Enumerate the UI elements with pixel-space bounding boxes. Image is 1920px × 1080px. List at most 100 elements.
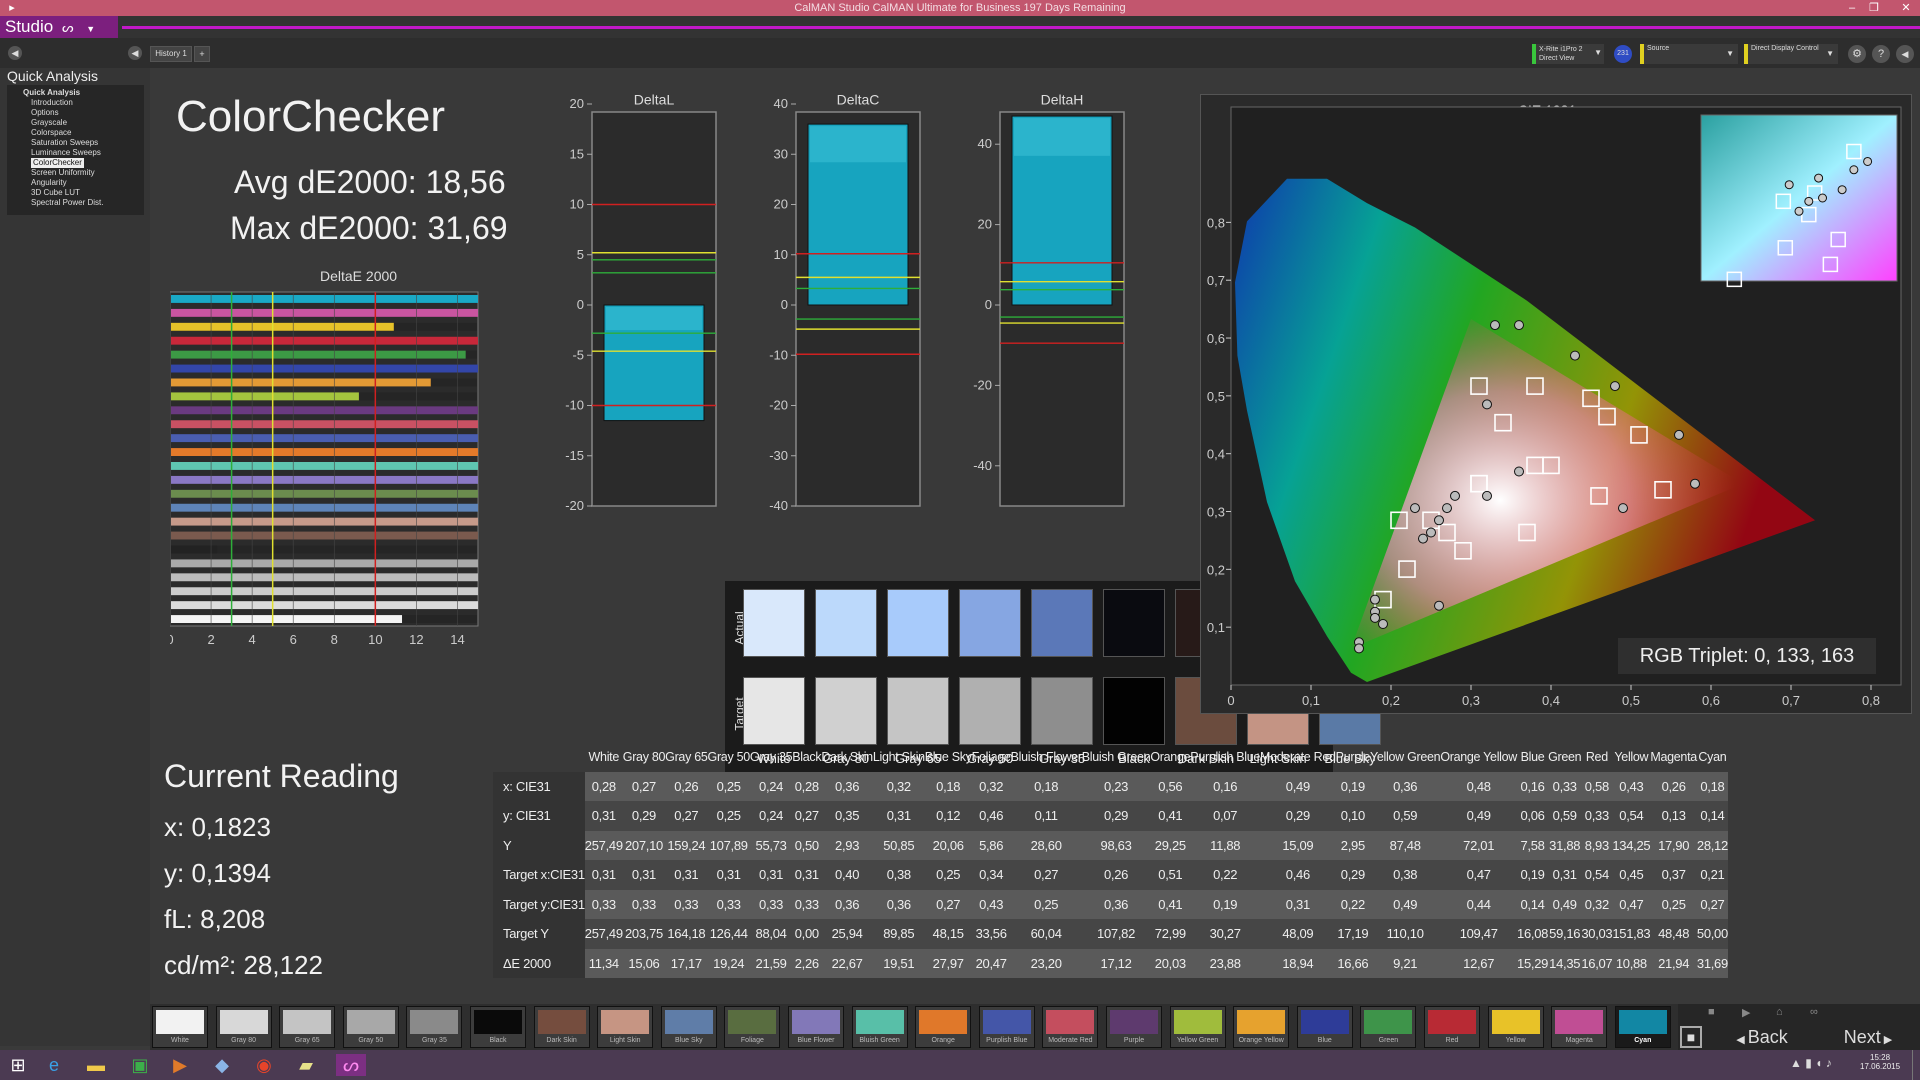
patch-button[interactable]: Green <box>1360 1006 1417 1048</box>
patch-button[interactable]: Black <box>470 1006 526 1048</box>
avg-de-value: Avg dE2000: 18,56 <box>234 164 506 200</box>
app-icon[interactable]: ◆ <box>210 1054 234 1076</box>
table-cell: 0,49 <box>1260 771 1336 801</box>
sidebar-item-3d-cube-lut[interactable]: 3D Cube LUT <box>13 188 144 198</box>
settings-icon[interactable]: ⚙ <box>1848 45 1866 63</box>
patch-button[interactable]: Purplish Blue <box>978 1006 1035 1048</box>
sidebar-item-grayscale[interactable]: Grayscale <box>13 118 144 128</box>
clock[interactable]: 15:28 17.06.2015 <box>1860 1053 1900 1071</box>
table-cell: 0,43 <box>1612 771 1651 801</box>
panel-toggle-icon[interactable]: ◀ <box>1896 45 1914 63</box>
show-desktop-icon[interactable] <box>1912 1050 1920 1080</box>
meter-badge[interactable]: 231 <box>1614 45 1632 63</box>
table-header-cell: Magenta <box>1650 749 1697 764</box>
sidebar-item-screen-uniformity[interactable]: Screen Uniformity <box>13 168 144 178</box>
table-cell: 2,95 <box>1335 830 1371 860</box>
patch-button[interactable]: Blue Flower <box>788 1006 844 1048</box>
sidebar-item-options[interactable]: Options <box>13 108 144 118</box>
table-cell: 0,36 <box>872 889 925 919</box>
patch-label: Magenta <box>1565 1037 1593 1044</box>
patch-button[interactable]: Light Skin <box>597 1006 654 1048</box>
back-arrow-icon[interactable]: ◀ <box>128 46 142 60</box>
display-control-selector[interactable]: Direct Display Control ▼ <box>1744 44 1838 64</box>
patch-button[interactable]: Orange Yellow <box>1233 1006 1290 1048</box>
collapse-icon[interactable]: ◀ <box>8 46 22 60</box>
sidebar-item-colorspace[interactable]: Colorspace <box>13 128 144 138</box>
patch-button[interactable]: Gray 35 <box>406 1006 463 1048</box>
table-cell: 0,38 <box>872 860 925 890</box>
table-cell: 0,49 <box>1440 801 1518 831</box>
max-de-value: Max dE2000: 31,69 <box>230 210 508 246</box>
sidebar-item-quick-analysis[interactable]: Quick Analysis <box>13 88 144 98</box>
sidebar-item-introduction[interactable]: Introduction <box>13 98 144 108</box>
calman-taskbar-icon[interactable]: ᔕ <box>336 1054 366 1076</box>
delta-tick-label: 20 <box>774 197 788 212</box>
patch-button[interactable]: Cyan <box>1614 1006 1671 1048</box>
patch-button[interactable]: Magenta <box>1551 1006 1608 1048</box>
patch-button[interactable]: Moderate Red <box>1042 1006 1099 1048</box>
windows-start-icon[interactable]: ⊞ <box>6 1054 30 1076</box>
patch-button[interactable]: Bluish Green <box>851 1006 908 1048</box>
file-explorer-icon[interactable]: ▬ <box>84 1054 108 1076</box>
patch-button[interactable]: Red <box>1424 1006 1480 1048</box>
next-button[interactable]: Next ▶ <box>1818 1026 1918 1048</box>
patch-button[interactable]: Orange <box>915 1006 972 1048</box>
stop-icon[interactable]: ■ <box>1708 1006 1715 1018</box>
patch-button[interactable]: Blue Sky <box>660 1006 717 1048</box>
delta-tick-label: 5 <box>577 247 584 262</box>
patch-button[interactable]: Foliage <box>724 1006 781 1048</box>
table-cell: 0,10 <box>1335 801 1371 831</box>
table-cell: 0,29 <box>622 801 666 831</box>
table-cell: 98,63 <box>1081 830 1151 860</box>
record-icon[interactable]: ■ <box>1680 1026 1702 1048</box>
patch-button[interactable]: Yellow <box>1487 1006 1544 1048</box>
patch-button[interactable]: Dark Skin <box>533 1006 590 1048</box>
add-tab-button[interactable]: + <box>194 46 210 62</box>
patch-button[interactable]: Yellow Green <box>1169 1006 1226 1048</box>
actual-swatch <box>1031 589 1093 657</box>
table-header-cell: Gray 50 <box>707 749 751 764</box>
table-cell: 28,12 <box>1696 830 1728 860</box>
media-player-icon[interactable]: ▶ <box>168 1054 192 1076</box>
maximize-icon[interactable]: ❐ <box>1862 0 1886 16</box>
chrome-icon[interactable]: ◉ <box>252 1054 276 1076</box>
sidebar-item-saturation-sweeps[interactable]: Saturation Sweeps <box>13 138 144 148</box>
home-icon[interactable]: ⌂ <box>1776 1006 1783 1018</box>
deltae-bar <box>171 322 394 331</box>
loop-icon[interactable]: ∞ <box>1810 1006 1818 1018</box>
patch-button[interactable]: White <box>152 1006 208 1048</box>
deltae-tick-label: 10 <box>368 632 382 647</box>
patch-button[interactable]: Blue <box>1296 1006 1353 1048</box>
folder-icon[interactable]: ▰ <box>294 1054 318 1076</box>
meter-selector[interactable]: X-Rite i1Pro 2 Direct View ▼ <box>1532 44 1604 64</box>
patch-color <box>728 1010 777 1034</box>
source-selector[interactable]: Source ▼ <box>1640 44 1738 64</box>
close-icon[interactable]: ✕ <box>1894 0 1918 16</box>
table-cell: 0,11 <box>1010 801 1082 831</box>
chart-title: DeltaC <box>837 94 880 107</box>
sidebar-item-angularity[interactable]: Angularity <box>13 178 144 188</box>
table-header-cell: Purplish Blue <box>1190 749 1261 764</box>
table-header-cell: Dark Skin <box>821 749 873 764</box>
patch-button[interactable]: Purple <box>1106 1006 1162 1048</box>
play-icon[interactable]: ▶ <box>1742 1006 1750 1019</box>
minimize-icon[interactable]: – <box>1840 0 1864 16</box>
help-icon[interactable]: ? <box>1872 45 1890 63</box>
table-cell: 151,83 <box>1612 919 1651 949</box>
row-header-cell: ΔE 2000 <box>493 948 585 978</box>
studio-menu-button[interactable]: Studio ᔕ ▼ <box>0 16 118 38</box>
sidebar-item-luminance-sweeps[interactable]: Luminance Sweeps <box>13 148 144 158</box>
cie-x-tick-label: 0,8 <box>1862 693 1880 708</box>
table-cell: 17,12 <box>1081 948 1151 978</box>
sidebar-item-colorchecker[interactable]: ColorChecker <box>13 158 144 168</box>
patch-button[interactable]: Gray 80 <box>215 1006 272 1048</box>
back-button[interactable]: ◀ Back <box>1712 1026 1812 1048</box>
sidebar-item-spectral-power-dist-[interactable]: Spectral Power Dist. <box>13 198 144 208</box>
tab-history-1[interactable]: History 1 <box>150 46 192 62</box>
internet-explorer-icon[interactable]: e <box>42 1054 66 1076</box>
patch-button[interactable]: Gray 65 <box>279 1006 336 1048</box>
store-icon[interactable]: ▣ <box>128 1054 152 1076</box>
table-row: Target x:CIE31 0,31 0,31 0,31 0,31 0,31 0,31 0,… <box>493 860 1728 890</box>
patch-button[interactable]: Gray 50 <box>342 1006 399 1048</box>
table-cell: 203,75 <box>622 919 666 949</box>
